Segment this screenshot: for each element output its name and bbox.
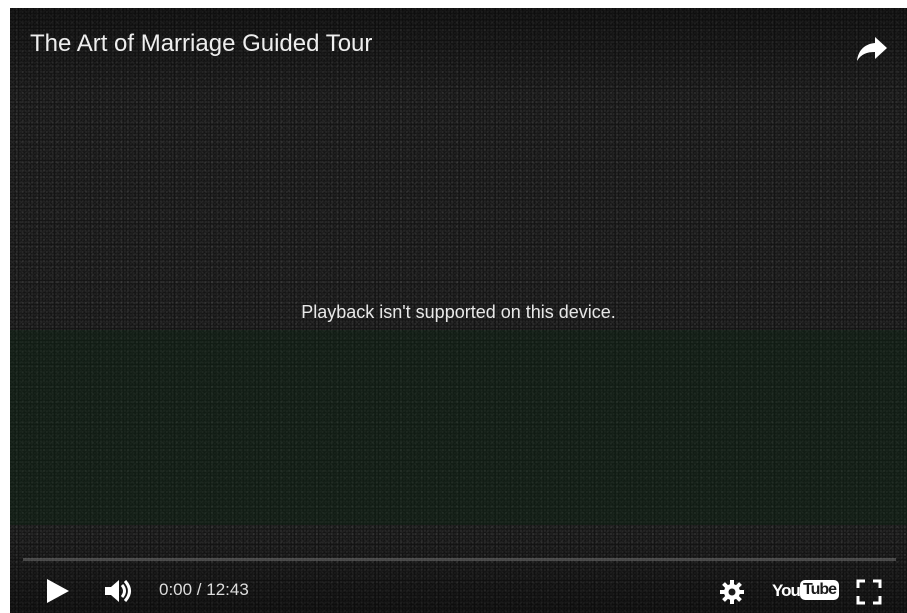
progress-bar[interactable] [23, 558, 896, 561]
youtube-logo-tube: Tube [800, 580, 840, 600]
share-arrow-icon [857, 37, 887, 61]
play-button[interactable] [45, 578, 71, 604]
volume-icon [105, 579, 131, 603]
time-display: 0:00 / 12:43 [159, 580, 249, 599]
play-icon [47, 579, 69, 603]
fullscreen-icon [856, 579, 882, 605]
youtube-logo-link[interactable]: You Tube [772, 579, 840, 603]
playback-error-message: Playback isn't supported on this device. [301, 302, 616, 322]
video-player[interactable]: The Art of Marriage Guided Tour Playback… [10, 8, 907, 613]
fullscreen-button[interactable] [856, 579, 882, 605]
video-frame-band [10, 330, 907, 525]
mute-button[interactable] [103, 578, 137, 604]
gear-icon [720, 580, 744, 604]
settings-button[interactable] [720, 580, 744, 604]
video-title[interactable]: The Art of Marriage Guided Tour [30, 30, 372, 58]
youtube-logo-you: You [772, 581, 801, 600]
control-bar: 0:00 / 12:43 You Tube [10, 568, 907, 613]
share-button[interactable] [855, 34, 889, 64]
